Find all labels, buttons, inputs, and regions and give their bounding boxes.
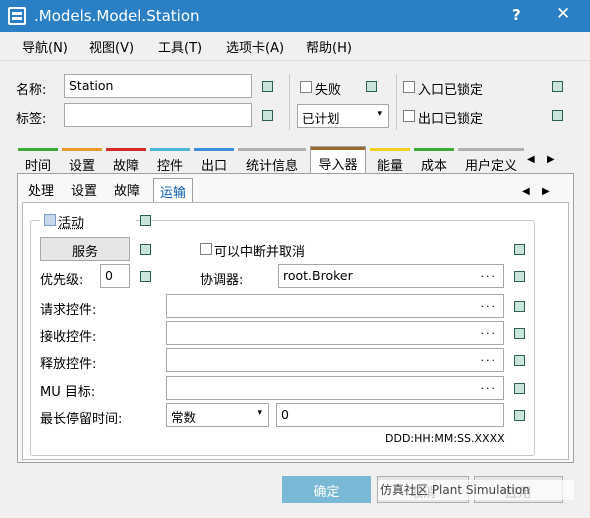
- exit-locked-checkbox[interactable]: [403, 110, 415, 122]
- release-control-label: 释放控件:: [40, 357, 97, 372]
- failed-checkbox[interactable]: [300, 81, 312, 93]
- exit-locked-inherit-icon[interactable]: [552, 110, 563, 121]
- tab-energy[interactable]: 能量: [370, 148, 410, 174]
- coordinator-input[interactable]: root.Broker ...: [278, 264, 504, 288]
- dwell-time-input[interactable]: 0: [276, 403, 504, 427]
- coordinator-label: 协调器:: [200, 273, 244, 288]
- name-input[interactable]: Station: [64, 74, 252, 98]
- menu-divider: [0, 60, 590, 61]
- receive-inherit-icon[interactable]: [514, 328, 525, 339]
- tag-inherit-icon[interactable]: [262, 110, 273, 121]
- browse-icon[interactable]: ...: [481, 324, 498, 337]
- release-control-input[interactable]: ...: [166, 348, 504, 372]
- ok-button[interactable]: 确定: [282, 476, 371, 503]
- watermark-text: 仿真社区 Plant Simulation: [380, 483, 530, 497]
- chevron-down-icon: ▾: [377, 109, 382, 119]
- browse-icon[interactable]: ...: [481, 267, 498, 280]
- priority-label: 优先级:: [40, 273, 84, 288]
- dwell-mode-dropdown[interactable]: 常数 ▾: [166, 403, 269, 427]
- title-bar: .Models.Model.Station ? ✕: [0, 0, 590, 32]
- browse-icon[interactable]: ...: [481, 297, 498, 310]
- tab-settings[interactable]: 设置: [62, 148, 102, 174]
- subtab-failures[interactable]: 故障: [114, 180, 140, 199]
- active-label: 活动: [58, 216, 85, 231]
- tab-controls[interactable]: 控件: [150, 148, 190, 174]
- tab-failures[interactable]: 故障: [106, 148, 146, 174]
- entry-locked-checkbox[interactable]: [403, 81, 415, 93]
- entry-locked-inherit-icon[interactable]: [552, 81, 563, 92]
- browse-icon[interactable]: ...: [481, 351, 498, 364]
- max-dwell-label: 最长停留时间:: [40, 412, 123, 427]
- menu-tabs[interactable]: 选项卡(A): [226, 37, 284, 56]
- coordinator-inherit-icon[interactable]: [514, 271, 525, 282]
- request-control-input[interactable]: ...: [166, 294, 504, 318]
- subtab-transport[interactable]: 运输: [153, 178, 194, 204]
- failed-inherit-icon[interactable]: [366, 81, 377, 92]
- name-inherit-icon[interactable]: [262, 81, 273, 92]
- tab-time[interactable]: 时间: [18, 148, 58, 174]
- subtab-prev-icon[interactable]: ◀: [522, 186, 530, 197]
- active-inherit-icon[interactable]: [140, 215, 151, 226]
- failed-label: 失败: [315, 83, 342, 98]
- priority-input[interactable]: 0: [100, 264, 130, 288]
- priority-inherit-icon[interactable]: [140, 271, 151, 282]
- time-format-hint: DDD:HH:MM:SS.XXXX: [385, 432, 505, 445]
- menu-help[interactable]: 帮助(H): [306, 37, 352, 56]
- receive-control-input[interactable]: ...: [166, 321, 504, 345]
- name-label: 名称:: [16, 83, 47, 98]
- divider: [289, 74, 290, 130]
- tab-importer[interactable]: 导入器: [310, 146, 366, 173]
- tag-label: 标签:: [16, 112, 47, 127]
- browse-icon[interactable]: ...: [481, 379, 498, 392]
- tab-user-defined[interactable]: 用户定义: [458, 148, 524, 174]
- divider: [396, 74, 397, 130]
- release-inherit-icon[interactable]: [514, 355, 525, 366]
- request-control-label: 请求控件:: [40, 303, 97, 318]
- window-title: .Models.Model.Station: [34, 7, 200, 25]
- service-button[interactable]: 服务: [40, 237, 130, 261]
- receive-control-label: 接收控件:: [40, 330, 97, 345]
- app-icon: [8, 7, 26, 25]
- mu-target-inherit-icon[interactable]: [514, 383, 525, 394]
- subtab-next-icon[interactable]: ▶: [542, 186, 550, 197]
- help-icon[interactable]: ?: [512, 6, 521, 24]
- planned-dropdown[interactable]: 已计划 ▾: [297, 104, 389, 128]
- active-checkbox[interactable]: [44, 214, 56, 226]
- cancelable-label: 可以中断并取消: [214, 245, 306, 260]
- menu-tools[interactable]: 工具(T): [158, 37, 202, 56]
- tab-statistics[interactable]: 统计信息: [238, 148, 306, 174]
- request-inherit-icon[interactable]: [514, 301, 525, 312]
- planned-value: 已计划: [302, 111, 340, 126]
- menu-view[interactable]: 视图(V): [89, 37, 134, 56]
- tab-next-icon[interactable]: ▶: [547, 154, 555, 165]
- tab-prev-icon[interactable]: ◀: [527, 154, 535, 165]
- watermark: 仿真社区 Plant Simulation: [378, 480, 574, 500]
- tab-exit[interactable]: 出口: [194, 148, 234, 174]
- menu-navigate[interactable]: 导航(N): [22, 37, 68, 56]
- mu-target-label: MU 目标:: [40, 385, 96, 400]
- service-inherit-icon[interactable]: [140, 244, 151, 255]
- tab-cost[interactable]: 成本: [414, 148, 454, 174]
- dwell-inherit-icon[interactable]: [514, 410, 525, 421]
- cancelable-checkbox[interactable]: [200, 243, 212, 255]
- entry-locked-label: 入口已锁定: [418, 83, 484, 98]
- close-icon[interactable]: ✕: [556, 4, 570, 24]
- cancelable-inherit-icon[interactable]: [514, 244, 525, 255]
- menu-bar: 导航(N) 视图(V) 工具(T) 选项卡(A) 帮助(H): [0, 32, 590, 60]
- chevron-down-icon: ▾: [257, 408, 262, 418]
- subtab-processing[interactable]: 处理: [28, 180, 54, 199]
- exit-locked-label: 出口已锁定: [418, 112, 484, 127]
- mu-target-input[interactable]: ...: [166, 376, 504, 400]
- tag-input[interactable]: [64, 103, 252, 127]
- subtab-setup[interactable]: 设置: [71, 180, 97, 199]
